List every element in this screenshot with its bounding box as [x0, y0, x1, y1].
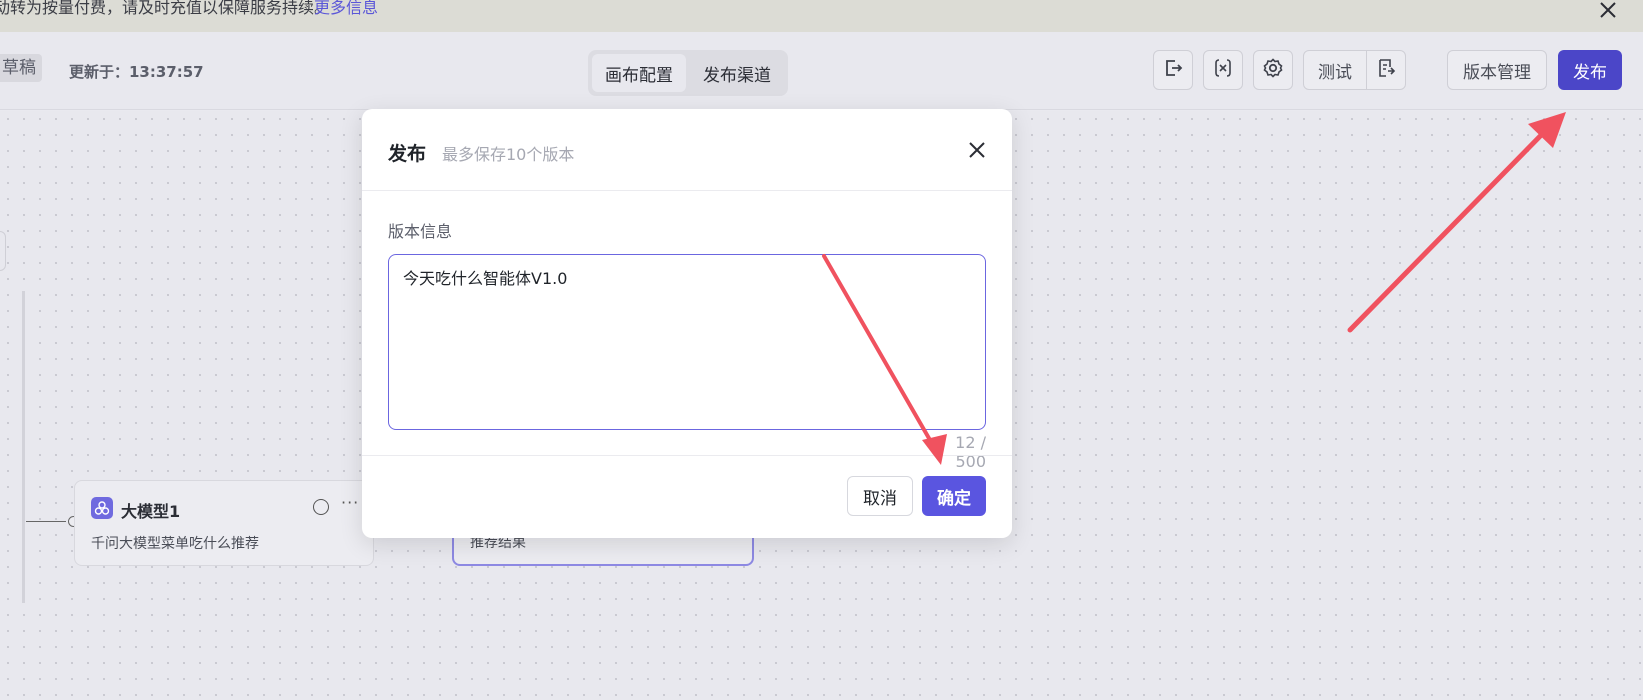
version-info-textarea[interactable]	[388, 254, 986, 430]
dialog-header: 发布 最多保存10个版本	[362, 109, 1012, 191]
dialog-footer-divider	[362, 455, 1012, 456]
close-icon[interactable]	[966, 139, 988, 161]
confirm-button[interactable]: 确定	[922, 476, 986, 516]
dialog-subtitle: 最多保存10个版本	[442, 145, 575, 164]
version-info-label: 版本信息	[388, 222, 453, 241]
publish-dialog: 发布 最多保存10个版本 版本信息 12 / 500 取消 确定	[362, 109, 1012, 538]
char-counter: 12 / 500	[955, 433, 986, 471]
dialog-title: 发布	[388, 143, 427, 165]
cancel-button[interactable]: 取消	[847, 476, 913, 516]
